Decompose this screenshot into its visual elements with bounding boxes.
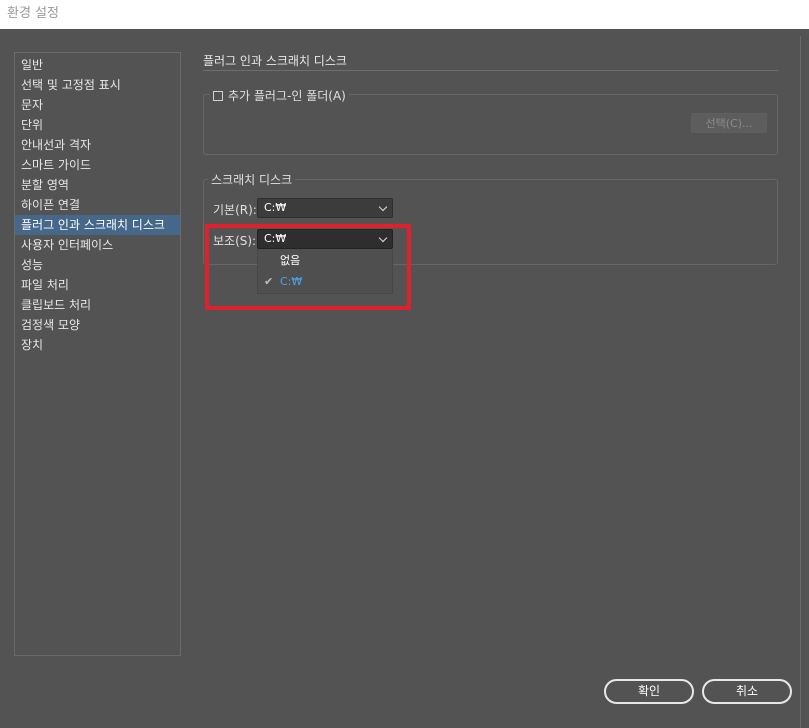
cancel-button[interactable]: 취소 (702, 679, 792, 704)
sidebar-item-general[interactable]: 일반 (15, 55, 180, 75)
plugins-folder-label: 추가 플러그-인 폴더(A) (228, 89, 346, 103)
window-title: 환경 설정 (7, 6, 59, 21)
sidebar-item-type[interactable]: 문자 (15, 95, 180, 115)
divider (203, 70, 778, 71)
sidebar-item-selection[interactable]: 선택 및 고정점 표시 (15, 75, 180, 95)
sidebar-item-file-handling[interactable]: 파일 처리 (15, 275, 180, 295)
ok-button[interactable]: 확인 (604, 679, 694, 704)
divider (800, 36, 801, 728)
sidebar-item-devices[interactable]: 장치 (15, 335, 180, 355)
title-bar: 환경 설정 (0, 0, 809, 29)
sidebar-item-black-appearance[interactable]: 검정색 모양 (15, 315, 180, 335)
choose-button[interactable]: 선택(C)... (691, 113, 767, 133)
sidebar-item-units[interactable]: 단위 (15, 115, 180, 135)
sidebar-item-hyphenation[interactable]: 하이픈 연결 (15, 195, 180, 215)
sidebar-item-clipboard[interactable]: 클립보드 처리 (15, 295, 180, 315)
sidebar-item-guides-grid[interactable]: 안내선과 격자 (15, 135, 180, 155)
sidebar-item-user-interface[interactable]: 사용자 인터페이스 (15, 235, 180, 255)
chevron-down-icon (378, 202, 388, 212)
sidebar-item-performance[interactable]: 성능 (15, 255, 180, 275)
primary-label: 기본(R): (213, 203, 257, 217)
sidebar-item-smart-guides[interactable]: 스마트 가이드 (15, 155, 180, 175)
category-list: 일반 선택 및 고정점 표시 문자 단위 안내선과 격자 스마트 가이드 분할 … (14, 52, 181, 656)
checkbox-icon[interactable] (213, 91, 223, 101)
sidebar-item-slices[interactable]: 분할 영역 (15, 175, 180, 195)
panel-title: 플러그 인과 스크래치 디스크 (203, 54, 347, 68)
primary-disk-select[interactable]: C:₩ (257, 198, 393, 218)
sidebar-item-plugins-scratch[interactable]: 플러그 인과 스크래치 디스크 (15, 215, 180, 235)
highlight-box (205, 224, 411, 310)
plugins-folder-checkbox[interactable]: 추가 플러그-인 폴더(A) (210, 87, 349, 104)
scratch-disk-legend: 스크래치 디스크 (208, 171, 296, 188)
primary-disk-value: C:₩ (264, 201, 287, 214)
